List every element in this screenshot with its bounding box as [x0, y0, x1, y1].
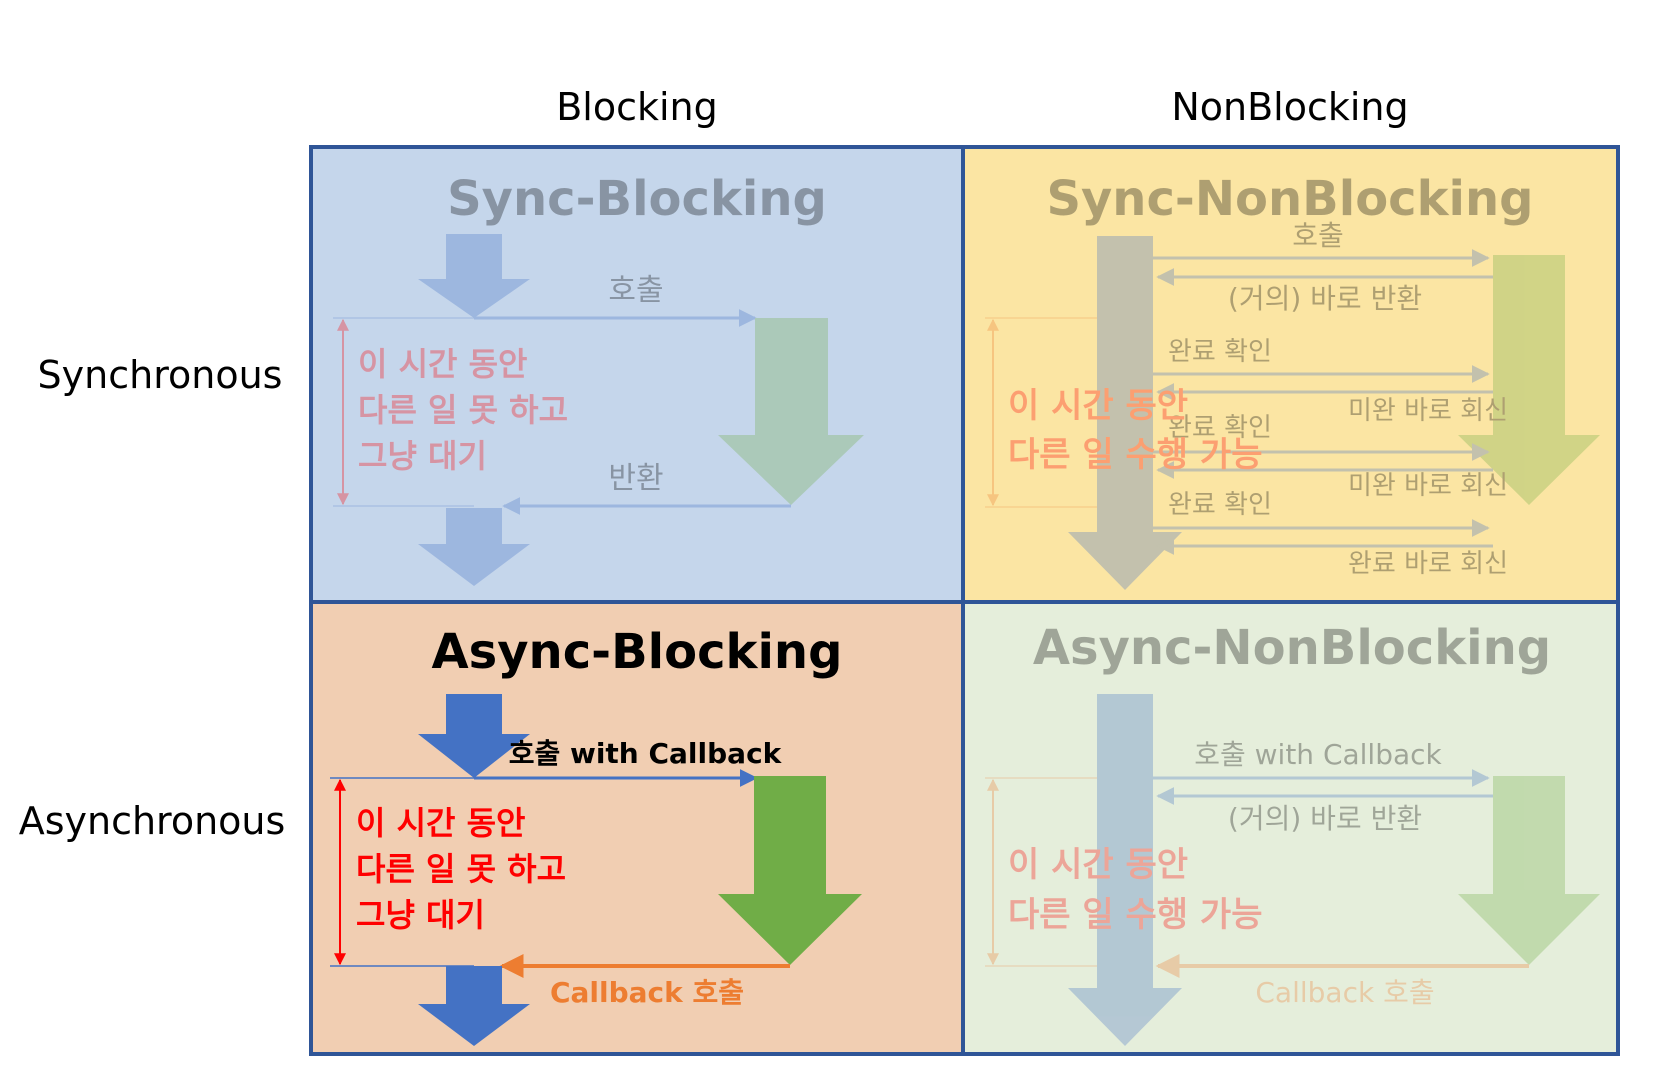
can-text-line2: 다른 일 수행 가능: [1008, 435, 1262, 475]
call-with-callback-label: 호출 with Callback: [1194, 738, 1442, 771]
check-label-3: 완료 확인: [1168, 490, 1272, 520]
immediate-return-label: (거의) 바로 반환: [1228, 802, 1422, 835]
reply-label-1: 미완 바로 회신: [1348, 396, 1508, 426]
call-label: 호출: [608, 273, 663, 308]
wait-text-line3: 그냥 대기: [358, 437, 487, 475]
call-label: 호출: [1292, 219, 1344, 252]
row-header-synchronous: Synchronous: [38, 353, 283, 397]
quadrant-async-nonblocking: Async-NonBlocking 호출 with Callback (거의) …: [963, 602, 1618, 1054]
wait-text-line2: 다른 일 못 하고: [356, 850, 566, 888]
wait-text-line2: 다른 일 못 하고: [358, 391, 568, 429]
quadrant-sync-blocking: Sync-Blocking 호출 반환 이 시간 동안 다른 일 못 하고 그냥…: [311, 147, 963, 602]
can-text-line1: 이 시간 동안: [1008, 386, 1188, 426]
sync-nonblocking-title: Sync-NonBlocking: [1046, 171, 1533, 227]
quadrant-async-blocking: Async-Blocking 호출 with Callback Callback…: [311, 602, 963, 1054]
can-text-line1: 이 시간 동안: [1008, 845, 1188, 885]
return-label: 반환: [608, 461, 663, 496]
wait-text-line3: 그냥 대기: [356, 896, 485, 934]
blocking-sync-matrix-diagram: Blocking NonBlocking Synchronous Asynchr…: [19, 85, 1620, 1056]
check-label-1: 완료 확인: [1168, 337, 1272, 367]
call-with-callback-label: 호출 with Callback: [509, 737, 783, 770]
sync-blocking-title: Sync-Blocking: [447, 171, 827, 227]
callback-call-label: Callback 호출: [550, 976, 744, 1009]
quadrant-sync-nonblocking: Sync-NonBlocking 호출 (거의) 바로 반환 완료 확인 미완 …: [963, 147, 1618, 602]
reply-label-2: 미완 바로 회신: [1348, 471, 1508, 501]
can-text-line2: 다른 일 수행 가능: [1008, 895, 1262, 935]
async-nonblocking-title: Async-NonBlocking: [1033, 620, 1551, 676]
row-header-asynchronous: Asynchronous: [19, 799, 286, 843]
column-header-nonblocking: NonBlocking: [1171, 85, 1408, 129]
wait-text-line1: 이 시간 동안: [358, 345, 527, 383]
reply-label-3: 완료 바로 회신: [1348, 549, 1508, 579]
wait-text-line1: 이 시간 동안: [356, 804, 525, 842]
callback-call-label: Callback 호출: [1255, 976, 1434, 1009]
column-header-blocking: Blocking: [556, 85, 718, 129]
immediate-return-label: (거의) 바로 반환: [1228, 282, 1422, 315]
async-blocking-title: Async-Blocking: [432, 624, 843, 680]
